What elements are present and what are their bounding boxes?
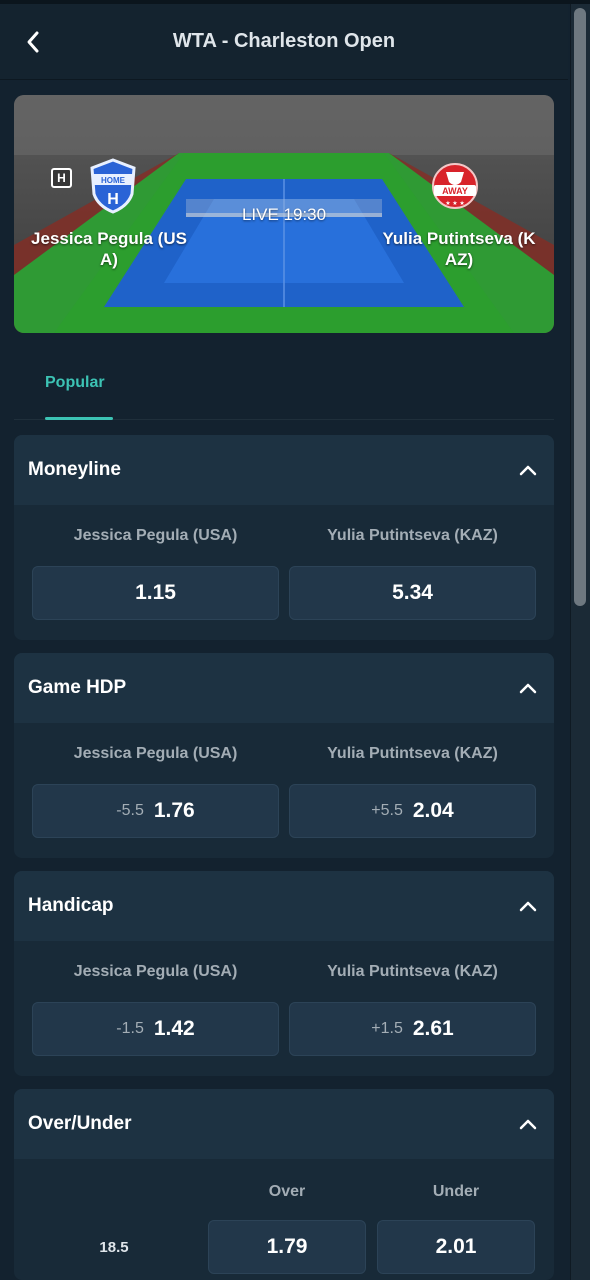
handicap-line: -5.5 <box>116 802 144 819</box>
market-title: Moneyline <box>28 459 121 480</box>
odds-button-over[interactable]: 1.79 <box>208 1220 366 1274</box>
selection-name: Yulia Putintseva (KAZ) <box>327 527 498 544</box>
chevron-up-icon[interactable] <box>518 898 538 914</box>
handicap-line: -1.5 <box>116 1020 144 1037</box>
odds-button-home[interactable]: 1.15 <box>32 566 279 620</box>
chevron-up-icon[interactable] <box>518 462 538 478</box>
odds-button-away[interactable]: 5.34 <box>289 566 536 620</box>
handicap-line: +1.5 <box>371 1020 403 1037</box>
active-tab-indicator <box>45 417 113 420</box>
market-header[interactable]: Moneyline <box>14 435 554 505</box>
selection-name: Yulia Putintseva (KAZ) <box>327 963 498 980</box>
chevron-up-icon[interactable] <box>518 680 538 696</box>
market-tabs: Popular <box>14 350 554 420</box>
handicap-line: +5.5 <box>371 802 403 819</box>
odds-price: 2.61 <box>412 1017 454 1040</box>
market-over-under: Over/Under Over Under 18.5 1.79 2.01 <box>14 1089 554 1280</box>
odds-button-under[interactable]: 2.01 <box>377 1220 535 1274</box>
column-label-over: Over <box>268 1183 306 1200</box>
odds-price: 1.76 <box>153 799 195 822</box>
home-team-name: Jessica Pegula (USA) <box>31 229 187 269</box>
match-banner: H HOME H Jessica Pegula (USA) LIVE 19:30… <box>14 95 554 333</box>
odds-price: 2.01 <box>435 1235 477 1258</box>
odds-price: 5.34 <box>392 581 433 604</box>
odds-price: 1.15 <box>135 581 176 604</box>
market-header[interactable]: Handicap <box>14 871 554 941</box>
away-team-name: Yulia Putintseva (KAZ) <box>382 229 536 269</box>
market-game-hdp: Game HDP Jessica Pegula (USA) Yulia Puti… <box>14 653 554 858</box>
market-header[interactable]: Game HDP <box>14 653 554 723</box>
column-label-under: Under <box>432 1183 480 1200</box>
odds-price: 1.42 <box>153 1017 195 1040</box>
odds-button-away[interactable]: +5.5 2.04 <box>289 784 536 838</box>
odds-button-away[interactable]: +1.5 2.61 <box>289 1002 536 1056</box>
tab-popular[interactable]: Popular <box>45 374 105 392</box>
chevron-up-icon[interactable] <box>518 1116 538 1132</box>
selection-name: Jessica Pegula (USA) <box>73 745 238 762</box>
app-header: WTA - Charleston Open <box>0 4 568 80</box>
market-title: Game HDP <box>28 677 127 698</box>
market-handicap: Handicap Jessica Pegula (USA) Yulia Puti… <box>14 871 554 1076</box>
market-moneyline: Moneyline Jessica Pegula (USA) Yulia Put… <box>14 435 554 640</box>
market-title: Handicap <box>28 895 114 916</box>
odds-price: 2.04 <box>412 799 454 822</box>
odds-button-home[interactable]: -5.5 1.76 <box>32 784 279 838</box>
page-title: WTA - Charleston Open <box>172 30 396 52</box>
away-team-logo: AWAY ★ ★ ★ <box>432 163 478 209</box>
svg-text:AWAY: AWAY <box>442 186 468 196</box>
home-marker-badge: H <box>51 168 72 188</box>
total-line: 18.5 <box>99 1239 129 1256</box>
scrollbar-thumb[interactable] <box>574 8 586 606</box>
svg-text:★ ★ ★: ★ ★ ★ <box>445 200 464 207</box>
market-title: Over/Under <box>28 1113 132 1134</box>
odds-button-home[interactable]: -1.5 1.42 <box>32 1002 279 1056</box>
svg-text:HOME: HOME <box>101 176 126 185</box>
market-header[interactable]: Over/Under <box>14 1089 554 1159</box>
selection-name: Jessica Pegula (USA) <box>73 963 238 980</box>
selection-name: Jessica Pegula (USA) <box>73 527 238 544</box>
odds-price: 1.79 <box>266 1235 308 1258</box>
away-team: AWAY ★ ★ ★ Yulia Putintseva (KAZ) <box>364 95 554 333</box>
selection-name: Yulia Putintseva (KAZ) <box>327 745 498 762</box>
